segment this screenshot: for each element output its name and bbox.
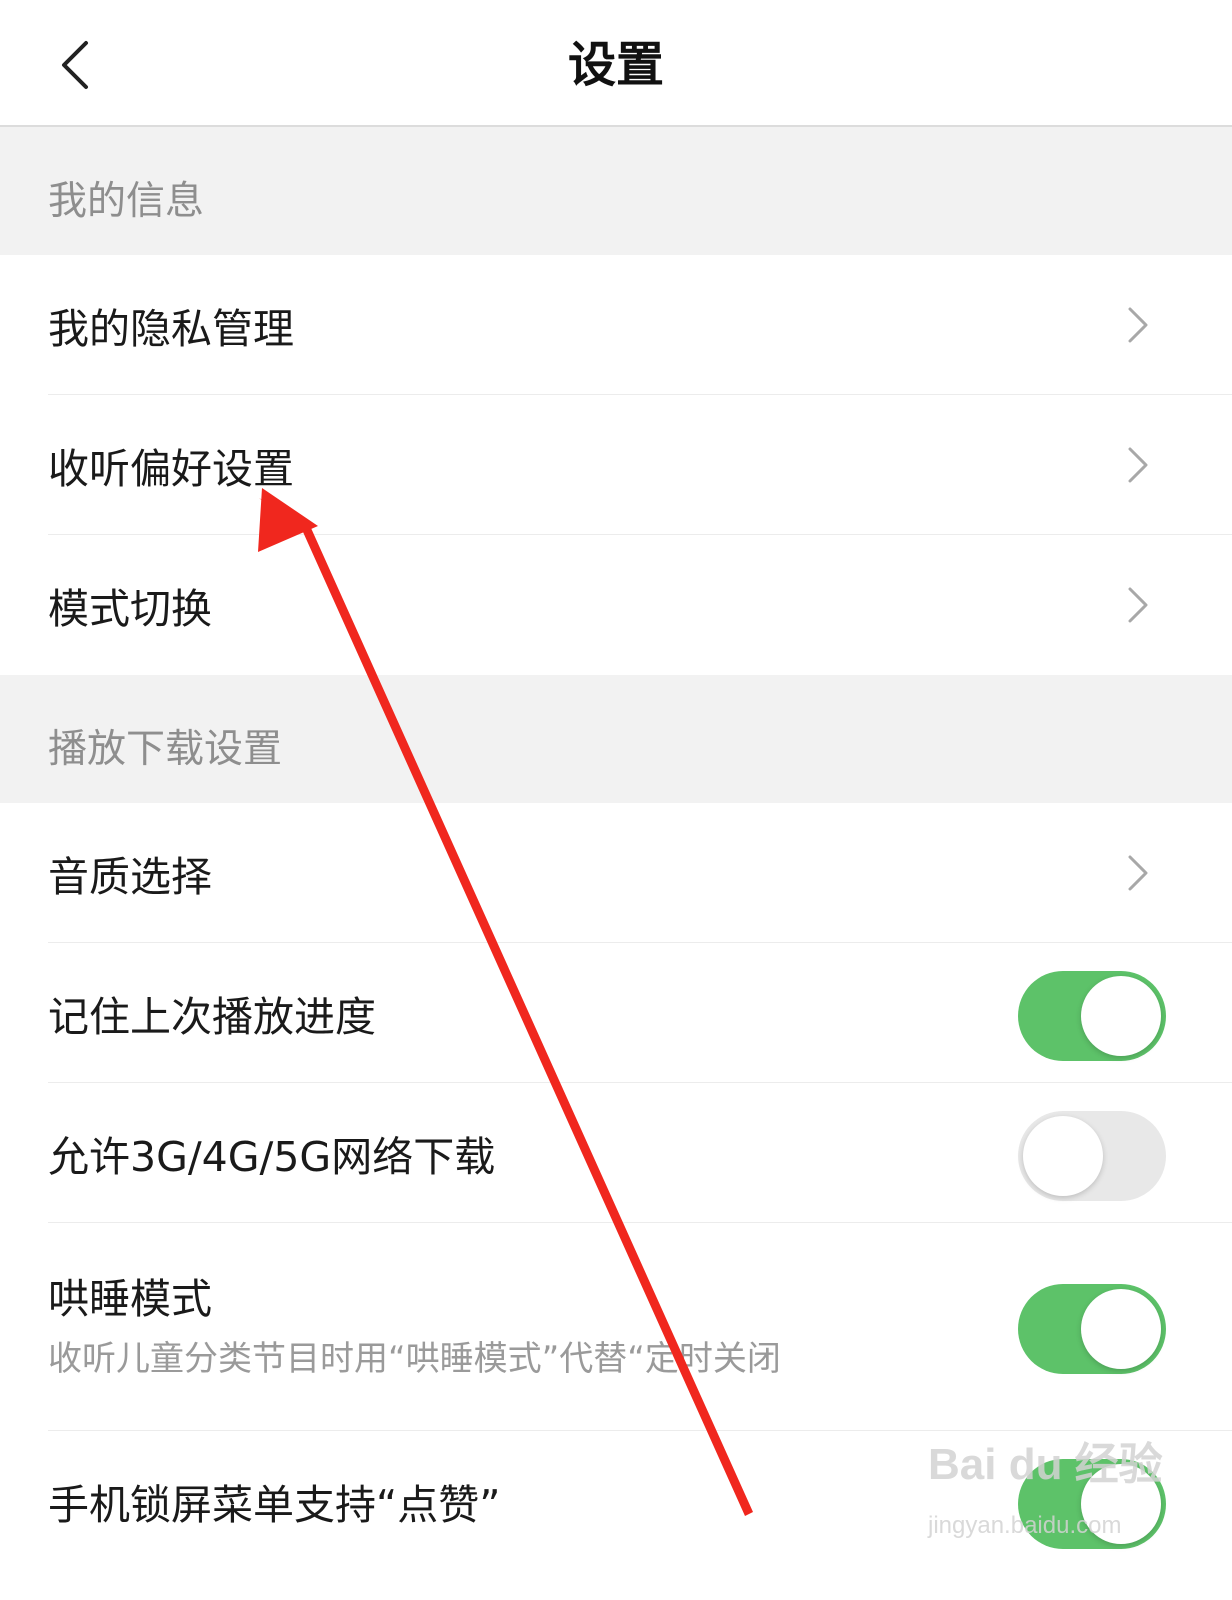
cellular-download-toggle[interactable]: [1018, 1111, 1166, 1201]
section-header-my-info: 我的信息: [0, 127, 1232, 255]
row-cellular-download: 允许3G/4G/5G网络下载: [0, 1083, 1232, 1223]
sleep-mode-toggle[interactable]: [1018, 1284, 1166, 1374]
page-title: 设置: [567, 37, 664, 93]
row-label: 记住上次播放进度: [48, 993, 376, 1041]
row-audio-quality[interactable]: 音质选择: [0, 803, 1232, 943]
row-label: 手机锁屏菜单支持“点赞”: [48, 1481, 501, 1529]
nav-bar: 设置: [0, 0, 1232, 127]
section-label: 播放下载设置: [48, 727, 283, 772]
toggle-knob: [1023, 1116, 1103, 1196]
row-label: 模式切换: [48, 585, 212, 633]
row-sleep-mode: 哄睡模式 收听儿童分类节目时用“哄睡模式”代替“定时关闭: [0, 1223, 1232, 1431]
toggle-knob: [1081, 1289, 1161, 1369]
row-mode-switch[interactable]: 模式切换: [0, 535, 1232, 675]
chevron-right-icon: [1128, 855, 1148, 891]
row-privacy-management[interactable]: 我的隐私管理: [0, 255, 1232, 395]
row-label: 收听偏好设置: [48, 445, 294, 493]
chevron-right-icon: [1128, 307, 1148, 343]
row-label: 允许3G/4G/5G网络下载: [48, 1133, 496, 1181]
row-listening-preferences[interactable]: 收听偏好设置: [0, 395, 1232, 535]
row-label: 我的隐私管理: [48, 305, 294, 353]
row-remember-progress: 记住上次播放进度: [0, 943, 1232, 1083]
row-label: 哄睡模式: [48, 1275, 212, 1323]
toggle-knob: [1081, 976, 1161, 1056]
section-label: 我的信息: [48, 179, 205, 224]
chevron-right-icon: [1128, 447, 1148, 483]
row-subtitle: 收听儿童分类节目时用“哄睡模式”代替“定时关闭: [48, 1339, 781, 1379]
baidu-watermark-url: jingyan.baidu.com: [928, 1512, 1122, 1539]
chevron-right-icon: [1128, 587, 1148, 623]
remember-progress-toggle[interactable]: [1018, 971, 1166, 1061]
baidu-watermark: Bai du 经验: [928, 1440, 1163, 1489]
section-header-playback-download: 播放下载设置: [0, 675, 1232, 803]
row-label: 音质选择: [48, 853, 212, 901]
